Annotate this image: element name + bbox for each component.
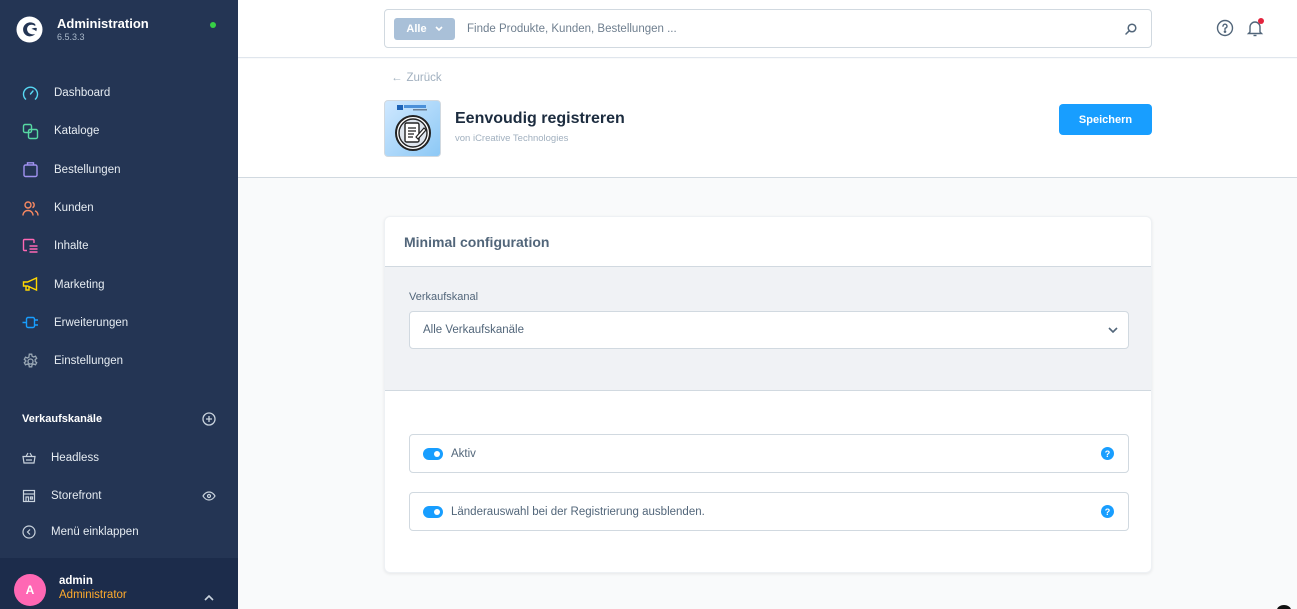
global-search: Alle (384, 9, 1152, 48)
extensions-icon (22, 314, 39, 331)
page-title: Eenvoudig registreren (455, 110, 625, 127)
sidebar-item-label: Inhalte (54, 240, 89, 253)
sidebar-item-einstellungen[interactable]: Einstellungen (0, 342, 238, 380)
sidebar-item-kataloge[interactable]: Kataloge (0, 112, 238, 150)
aktiv-toggle[interactable] (423, 447, 443, 460)
switch-field-hide-country: Länderauswahl bei der Registrierung ausb… (409, 492, 1129, 531)
basket-icon (22, 451, 36, 465)
chevron-down-icon (435, 26, 443, 31)
main-navigation: Dashboard Kataloge Bestellungen Kunden I… (0, 74, 238, 380)
app-title: Administration (57, 15, 149, 31)
sales-channel-headless[interactable]: Headless (22, 448, 216, 468)
top-bar-actions (1216, 18, 1264, 37)
customers-icon (22, 200, 39, 217)
sidebar-header: Administration 6.5.3.3 (0, 0, 238, 58)
switch-label: Länderauswahl bei der Registrierung ausb… (451, 505, 705, 518)
sales-channel-label: Headless (51, 452, 99, 464)
eye-icon[interactable] (202, 491, 216, 501)
app-version: 6.5.3.3 (57, 31, 85, 42)
sidebar-item-label: Dashboard (54, 87, 111, 100)
marketing-icon (22, 276, 39, 293)
chevron-up-icon[interactable] (204, 588, 214, 606)
sidebar-item-label: Einstellungen (54, 355, 124, 368)
settings-icon (22, 353, 39, 370)
back-link[interactable]: ← Zurück (391, 72, 442, 84)
sidebar-item-kunden[interactable]: Kunden (0, 189, 238, 227)
page-header: ← Zurück Eenvoudig registreren von iCrea… (238, 59, 1297, 178)
sidebar-item-erweiterungen[interactable]: Erweiterungen (0, 304, 238, 342)
sidebar-item-label: Erweiterungen (54, 316, 129, 329)
storefront-icon (22, 489, 36, 503)
avatar: A (14, 573, 46, 606)
collapse-menu-label: Menü einklappen (51, 526, 139, 538)
collapse-menu-button[interactable]: Menü einklappen (22, 522, 216, 542)
sales-channels-title: Verkaufskanäle (22, 413, 103, 425)
user-name: admin (59, 574, 93, 587)
search-type-dropdown[interactable]: Alle (394, 17, 455, 40)
hide-country-toggle[interactable] (423, 505, 443, 518)
help-tooltip-icon[interactable]: ? (1101, 447, 1114, 460)
card-header: Minimal configuration (385, 217, 1151, 267)
top-bar: Alle (238, 0, 1297, 58)
user-profile[interactable]: A admin Administrator (0, 558, 238, 609)
chevron-left-circle-icon (22, 525, 36, 539)
shopware-logo-icon (16, 15, 43, 43)
switch-field-aktiv: Aktiv ? (409, 434, 1129, 473)
plugin-logo-icon (384, 100, 441, 157)
corner-overlay (1277, 605, 1291, 609)
sidebar-item-dashboard[interactable]: Dashboard (0, 74, 238, 112)
arrow-left-icon: ← (391, 72, 403, 84)
notification-badge (1258, 18, 1264, 24)
sidebar-item-bestellungen[interactable]: Bestellungen (0, 151, 238, 189)
search-type-label: Alle (406, 22, 427, 35)
sales-channel-storefront[interactable]: Storefront (22, 486, 216, 506)
sales-channel-select[interactable]: Alle Verkaufskanäle (409, 311, 1129, 349)
search-icon[interactable] (1111, 10, 1151, 47)
help-icon[interactable] (1216, 19, 1234, 37)
help-tooltip-icon[interactable]: ? (1101, 505, 1114, 518)
sales-channel-section: Verkaufskanal Alle Verkaufskanäle (385, 267, 1151, 391)
admin-sidebar: Administration 6.5.3.3 Dashboard Katalog… (0, 0, 238, 609)
sidebar-item-marketing[interactable]: Marketing (0, 265, 238, 303)
status-indicator (210, 22, 216, 28)
save-button[interactable]: Speichern (1059, 104, 1152, 135)
sidebar-item-label: Bestellungen (54, 163, 121, 176)
sales-channel-value: Alle Verkaufskanäle (423, 324, 525, 336)
plugin-author: von iCreative Technologies (455, 133, 569, 144)
back-label: Zurück (406, 72, 442, 84)
add-sales-channel-icon[interactable] (202, 412, 216, 426)
content-icon (22, 238, 39, 255)
switch-label: Aktiv (451, 447, 476, 460)
notifications-bell-icon[interactable] (1246, 18, 1264, 37)
card-title: Minimal configuration (404, 233, 550, 250)
configuration-card: Minimal configuration Verkaufskanal Alle… (384, 216, 1152, 573)
sales-channel-label: Verkaufskanal (409, 291, 479, 303)
user-role: Administrator (59, 588, 127, 601)
chevron-down-icon (1098, 327, 1128, 333)
sidebar-item-label: Kataloge (54, 125, 100, 138)
sales-channel-label: Storefront (51, 490, 102, 502)
sidebar-item-label: Marketing (54, 278, 105, 291)
dashboard-icon (22, 85, 39, 102)
orders-icon (22, 161, 39, 178)
sidebar-item-label: Kunden (54, 202, 94, 215)
catalog-icon (22, 123, 39, 140)
sidebar-item-inhalte[interactable]: Inhalte (0, 227, 238, 265)
search-input[interactable] (467, 22, 1111, 35)
sales-channels-header: Verkaufskanäle (22, 412, 216, 426)
